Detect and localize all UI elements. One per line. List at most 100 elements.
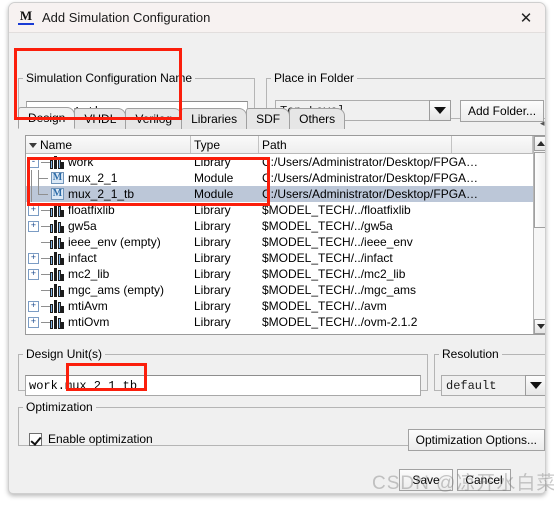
expand-icon[interactable]: +: [28, 220, 39, 232]
expand-icon[interactable]: +: [28, 268, 39, 280]
resolution-group: Resolution default: [434, 347, 545, 396]
close-icon[interactable]: ✕: [513, 7, 539, 29]
collapse-icon[interactable]: -: [28, 156, 39, 168]
filter-icon[interactable]: [29, 142, 38, 151]
tree-row-label: infact: [68, 251, 97, 265]
column-header-blank[interactable]: [452, 136, 533, 153]
optimization-options-button[interactable]: Optimization Options...: [407, 429, 545, 451]
tree-vertical-scrollbar[interactable]: [533, 136, 545, 334]
column-header-name[interactable]: Name: [26, 136, 191, 153]
table-row[interactable]: + mc2_lib Library $MODEL_TECH/../mc2_lib: [26, 266, 533, 282]
tab-design[interactable]: Design: [18, 107, 76, 129]
tree-row-name-cell: + floatfixlib: [26, 202, 191, 218]
dialog-footer: Save Cancel: [9, 450, 545, 493]
tab-sdf[interactable]: SDF: [246, 108, 291, 129]
chevron-down-icon[interactable]: [525, 375, 545, 396]
tree-line: [41, 205, 50, 216]
table-row[interactable]: + floatfixlib Library $MODEL_TECH/../floatf…: [26, 202, 533, 218]
tree-row-path-cell: $MODEL_TECH/../avm: [262, 299, 387, 313]
table-row[interactable]: - work Library C:/Users/Administrator/Deskt…: [26, 154, 533, 170]
column-header-type[interactable]: Type: [191, 136, 259, 153]
tree-row-path-cell: $MODEL_TECH/../ieee_env: [262, 235, 413, 249]
tree-row-path-cell: $MODEL_TECH/../mgc_ams: [262, 283, 417, 297]
library-icon: [50, 267, 64, 281]
table-row[interactable]: + mtiAvm Library $MODEL_TECH/../avm: [26, 298, 533, 314]
design-units-input[interactable]: [25, 375, 421, 396]
cancel-button[interactable]: Cancel: [457, 469, 511, 491]
tab-scroll-right-icon[interactable]: ▸: [545, 118, 546, 128]
library-icon: [50, 299, 64, 313]
tree-row-name-cell: + infact: [26, 250, 191, 266]
expand-icon[interactable]: +: [28, 300, 39, 312]
tree-row-type-cell: Library: [194, 251, 231, 265]
title-bar: M Add Simulation Configuration ✕: [9, 3, 545, 33]
tree-row-name-cell: Mmux_2_1_tb: [26, 186, 191, 202]
tree-line: [41, 253, 50, 264]
tree-row-label: work: [68, 155, 94, 169]
tree-row-type-cell: Library: [194, 235, 231, 249]
tree-row-path-cell: $MODEL_TECH/../mc2_lib: [262, 267, 406, 281]
library-icon: [50, 155, 64, 169]
tree-line: [41, 221, 50, 232]
tab-bar: Design VHDL Verilog Libraries SDF Others…: [18, 107, 546, 130]
expand-icon[interactable]: +: [28, 252, 39, 264]
tree-row-type-cell: Library: [194, 203, 231, 217]
tree-row-name-cell: + mc2_lib: [26, 266, 191, 282]
expand-icon[interactable]: +: [28, 204, 39, 216]
design-tree-viewport: Name Type Path - work Library C:/Users/Admi…: [26, 136, 533, 334]
tab-others[interactable]: Others: [289, 108, 346, 129]
tree-row-name-cell: + mtiOvm: [26, 314, 191, 330]
resolution-value: default: [441, 375, 525, 396]
table-row[interactable]: Mmux_2_1 Module C:/Users/Administrator/Des…: [26, 170, 533, 186]
scroll-up-icon[interactable]: [534, 136, 545, 151]
scrollbar-track[interactable]: [534, 228, 545, 319]
place-in-folder-legend: Place in Folder: [274, 71, 355, 85]
enable-optimization-row[interactable]: Enable optimization: [29, 432, 153, 446]
tree-line: [41, 269, 50, 280]
tree-row-label: floatfixlib: [68, 203, 115, 217]
enable-optimization-label: Enable optimization: [48, 432, 153, 446]
tab-libraries[interactable]: Libraries: [181, 108, 248, 129]
window-title: Add Simulation Configuration: [42, 10, 211, 25]
tree-row-label: gw5a: [68, 219, 97, 233]
expand-icon[interactable]: +: [28, 316, 39, 328]
tree-row-type-cell: Module: [194, 187, 234, 201]
tree-row-type-cell: Library: [194, 267, 231, 281]
design-tree[interactable]: Name Type Path - work Library C:/Users/Admi…: [25, 135, 545, 335]
tree-row-label: mux_2_1: [68, 171, 118, 185]
tree-row-name-cell: mgc_ams (empty): [26, 282, 191, 298]
tree-row-label: mc2_lib: [68, 267, 110, 281]
scrollbar-thumb[interactable]: [534, 152, 545, 228]
tree-row-label: mux_2_1_tb: [68, 187, 135, 201]
tree-row-type-cell: Library: [194, 299, 231, 313]
tree-spacer: [28, 186, 35, 202]
table-row[interactable]: + infact Library $MODEL_TECH/../infact: [26, 250, 533, 266]
tree-row-path-cell: C:/Users/Administrator/Desktop/FPGA…: [262, 187, 479, 201]
checkmark-icon[interactable]: [29, 432, 42, 446]
table-row[interactable]: mgc_ams (empty) Library $MODEL_TECH/../mgc…: [26, 282, 533, 298]
resolution-combobox[interactable]: default: [441, 375, 545, 396]
tree-rows: - work Library C:/Users/Administrator/Deskt…: [26, 154, 533, 330]
module-icon: M: [51, 188, 64, 200]
tree-row-name-cell: Mmux_2_1: [26, 170, 191, 186]
tree-spacer: [41, 237, 50, 248]
tree-line: [41, 301, 50, 312]
column-header-path[interactable]: Path: [259, 136, 452, 153]
tab-vhdl[interactable]: VHDL: [74, 108, 127, 129]
design-units-legend: Design Unit(s): [26, 347, 103, 361]
tree-line: [35, 186, 51, 202]
tree-row-label: mtiOvm: [68, 315, 110, 329]
resolution-legend: Resolution: [442, 347, 499, 361]
table-row[interactable]: + mtiOvm Library $MODEL_TECH/../ovm-2.1.2: [26, 314, 533, 330]
tree-row-label: ieee_env (empty): [68, 235, 161, 249]
save-button[interactable]: Save: [399, 469, 453, 491]
tree-row-path-cell: C:/Users/Administrator/Desktop/FPGA…: [262, 155, 479, 169]
table-row[interactable]: + gw5a Library $MODEL_TECH/../gw5a: [26, 218, 533, 234]
tab-verilog[interactable]: Verilog: [125, 108, 183, 129]
tree-spacer: [28, 170, 35, 186]
scroll-down-icon[interactable]: [534, 319, 545, 334]
table-row[interactable]: ieee_env (empty) Library $MODEL_TECH/../ie…: [26, 234, 533, 250]
table-row[interactable]: Mmux_2_1_tb Module C:/Users/Administrator/…: [26, 186, 533, 202]
tab-scroll-buttons[interactable]: ◂ ▸: [539, 118, 546, 128]
